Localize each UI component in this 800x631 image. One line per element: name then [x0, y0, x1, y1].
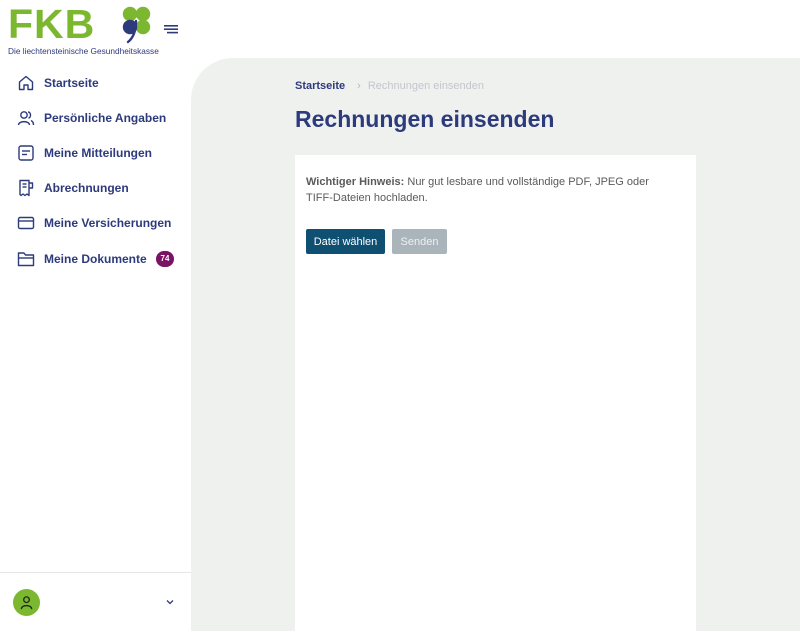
logo-tagline: Die liechtensteinische Gesundheitskasse — [8, 46, 159, 56]
sidebar-item-abrechnungen[interactable]: Abrechnungen — [0, 171, 191, 206]
main-content: Startseite › Rechnungen einsenden Rechnu… — [191, 58, 800, 631]
breadcrumb-current: Rechnungen einsenden — [367, 80, 485, 92]
breadcrumb: Startseite › Rechnungen einsenden — [295, 80, 484, 92]
send-button[interactable]: Senden — [392, 229, 447, 254]
upload-card: Wichtiger Hinweis: Nur gut lesbare und v… — [295, 155, 696, 631]
page-title: Rechnungen einsenden — [295, 106, 555, 132]
home-icon — [17, 74, 35, 92]
fkb-logo[interactable]: FKB Die liechtensteinische Gesundheitska… — [8, 1, 159, 58]
avatar[interactable] — [13, 589, 40, 616]
folder-icon — [17, 250, 35, 268]
sidebar-item-label: Startseite — [44, 75, 99, 90]
users-icon — [17, 109, 35, 127]
notice-label: Wichtiger Hinweis: — [306, 176, 405, 188]
sidebar-item-meine-versicherungen[interactable]: Meine Versicherungen — [0, 206, 191, 241]
sidebar-item-label: Meine Versicherungen — [44, 216, 172, 231]
sidebar-item-meine-mitteilungen[interactable]: Meine Mitteilungen — [0, 135, 191, 170]
menu-toggle-icon[interactable] — [163, 22, 179, 36]
chevron-down-icon[interactable] — [164, 597, 176, 607]
sidebar-footer — [0, 572, 191, 631]
card-icon — [17, 214, 35, 232]
upload-notice: Wichtiger Hinweis: Nur gut lesbare und v… — [306, 174, 676, 206]
sidebar-item-meine-dokumente[interactable]: Meine Dokumente 74 — [0, 241, 191, 276]
sidebar-item-startseite[interactable]: Startseite — [0, 65, 191, 100]
message-icon — [17, 144, 35, 162]
sidebar-item-label: Abrechnungen — [44, 181, 129, 196]
clover-logo-icon — [122, 6, 151, 44]
sidebar-item-label: Meine Mitteilungen — [44, 145, 152, 160]
sidebar: FKB Die liechtensteinische Gesundheitska… — [0, 0, 191, 631]
sidebar-nav: Startseite Persönliche Angaben Meine Mit… — [0, 65, 191, 276]
sidebar-item-label: Meine Dokumente — [44, 251, 147, 266]
breadcrumb-separator: › — [357, 80, 361, 92]
user-icon — [20, 596, 33, 610]
logo-wordmark: FKB — [8, 1, 96, 47]
breadcrumb-home-link[interactable]: Startseite — [295, 80, 345, 92]
receipt-icon — [17, 179, 35, 197]
sidebar-item-persoenliche-angaben[interactable]: Persönliche Angaben — [0, 100, 191, 135]
documents-count-badge: 74 — [156, 250, 174, 267]
sidebar-item-label: Persönliche Angaben — [44, 110, 167, 125]
choose-file-button[interactable]: Datei wählen — [306, 229, 385, 254]
